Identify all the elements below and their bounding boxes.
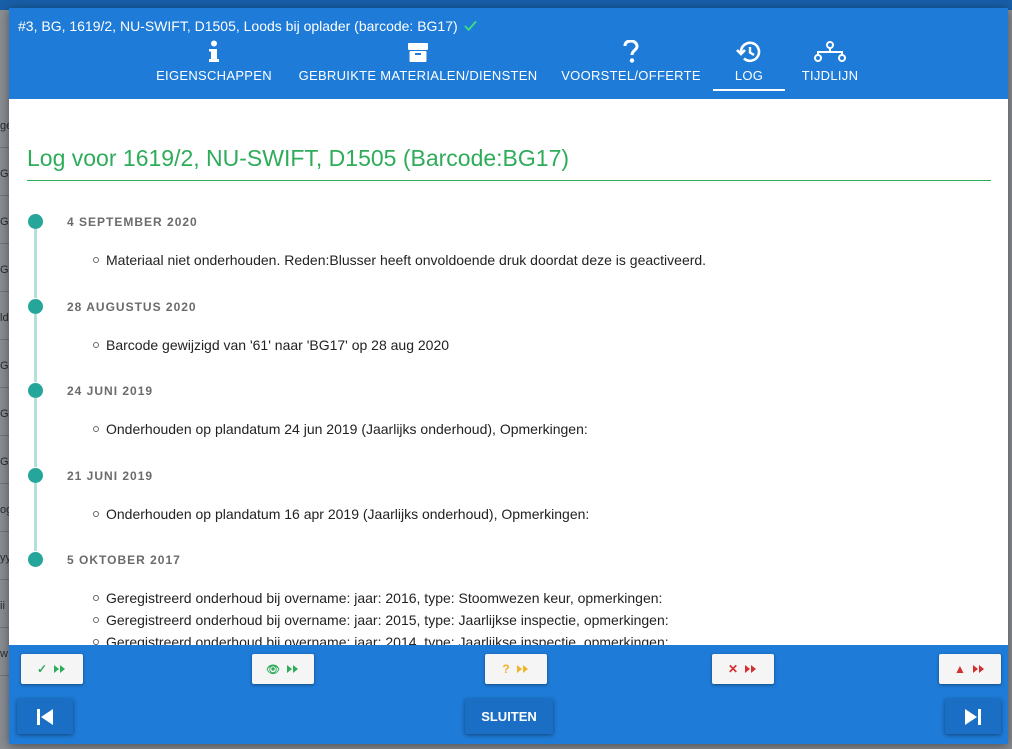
fast-forward-icon <box>286 665 298 673</box>
tab-label: EIGENSCHAPPEN <box>156 68 272 83</box>
history-icon <box>729 38 769 66</box>
log-entry-item: Barcode gewijzigd van '61' naar 'BG17' o… <box>93 337 449 353</box>
modal-footer: ✓ 👁? ✕ ▲ SLUITEN <box>9 645 1008 744</box>
fast-forward-icon <box>54 665 66 673</box>
log-entry-item: Geregistreerd onderhoud bij overname: ja… <box>93 612 669 628</box>
modal-title-text: #3, BG, 1619/2, NU-SWIFT, D1505, Loods b… <box>18 18 458 34</box>
log-content[interactable]: Log voor 1619/2, NU-SWIFT, D1505 (Barcod… <box>9 99 1008 645</box>
timeline-connector <box>34 398 37 467</box>
timeline-dot <box>28 468 43 483</box>
log-modal: #3, BG, 1619/2, NU-SWIFT, D1505, Loods b… <box>9 8 1008 744</box>
log-entry-date: 4 SEPTEMBER 2020 <box>67 215 198 229</box>
log-entry-date: 28 AUGUSTUS 2020 <box>67 300 197 314</box>
log-entry-date: 24 JUNI 2019 <box>67 384 154 398</box>
check-icon <box>463 20 477 32</box>
next-button[interactable] <box>945 699 1001 734</box>
view-forward-button[interactable]: 👁 <box>252 654 314 684</box>
bullet-icon <box>93 617 99 623</box>
tab-label: VOORSTEL/OFFERTE <box>561 68 701 83</box>
tab-eigenschappen[interactable]: EIGENSCHAPPEN <box>156 38 272 90</box>
eye-icon: 👁 <box>266 663 280 676</box>
previous-button[interactable] <box>17 699 73 734</box>
log-entry-date: 5 OKTOBER 2017 <box>67 553 181 567</box>
log-entry-text: Onderhouden op plandatum 24 jun 2019 (Ja… <box>106 421 588 437</box>
log-entry-item: Onderhouden op plandatum 24 jun 2019 (Ja… <box>93 421 588 437</box>
log-entry-text: Geregistreerd onderhoud bij overname: ja… <box>106 634 669 645</box>
log-entry-text: Materiaal niet onderhouden. Reden:Blusse… <box>106 252 707 268</box>
tab-bar: EIGENSCHAPPEN GEBRUIKTE MATERIALEN/DIENS… <box>9 38 1008 99</box>
log-entry-text: Onderhouden op plandatum 16 apr 2019 (Ja… <box>106 506 590 522</box>
log-entry-item: Geregistreerd onderhoud bij overname: ja… <box>93 634 669 645</box>
bullet-icon <box>93 257 99 263</box>
timeline-icon <box>810 38 850 66</box>
tab-label: TIJDLIJN <box>801 68 859 83</box>
fast-forward-icon <box>972 665 984 673</box>
info-icon <box>194 38 234 66</box>
log-entry-text: Barcode gewijzigd van '61' naar 'BG17' o… <box>106 337 450 353</box>
approve-forward-button[interactable]: ✓ <box>21 654 83 684</box>
timeline-dot <box>28 552 43 567</box>
modal-title: #3, BG, 1619/2, NU-SWIFT, D1505, Loods b… <box>18 18 477 34</box>
fast-forward-icon <box>745 665 757 673</box>
timeline-dot <box>28 214 43 229</box>
check-icon: ✓ <box>36 662 48 676</box>
box-icon <box>398 38 438 66</box>
modal-header: #3, BG, 1619/2, NU-SWIFT, D1505, Loods b… <box>9 8 1008 99</box>
tab-tijdlijn[interactable]: TIJDLIJN <box>799 38 861 90</box>
log-entry-item: Onderhouden op plandatum 16 apr 2019 (Ja… <box>93 506 589 522</box>
bullet-icon <box>93 595 99 601</box>
bullet-icon <box>93 511 99 517</box>
log-entry-date: 21 JUNI 2019 <box>67 469 154 483</box>
warning-forward-button[interactable]: ▲ <box>939 654 1001 684</box>
timeline-connector <box>34 483 37 551</box>
bullet-icon <box>93 426 99 432</box>
tab-voorstel-offerte[interactable]: VOORSTEL/OFFERTE <box>561 38 701 90</box>
tab-log[interactable]: LOG <box>713 38 785 91</box>
skip-previous-icon <box>37 708 53 725</box>
question-forward-button[interactable]: ? <box>485 654 547 684</box>
log-entry-item: Geregistreerd onderhoud bij overname: ja… <box>93 590 662 606</box>
title-divider <box>27 180 991 181</box>
reject-forward-button[interactable]: ✕ <box>712 654 774 684</box>
question-icon: ? <box>502 662 510 676</box>
timeline-dot <box>28 383 43 398</box>
timeline-dot <box>28 299 43 314</box>
log-entry-item: Materiaal niet onderhouden. Reden:Blusse… <box>93 252 706 268</box>
log-entry-text: Geregistreerd onderhoud bij overname: ja… <box>106 590 663 606</box>
question-icon <box>611 38 651 66</box>
warning-icon: ▲ <box>954 662 966 676</box>
skip-next-icon <box>965 708 981 725</box>
tab-label: GEBRUIKTE MATERIALEN/DIENSTEN <box>298 68 538 83</box>
close-button[interactable]: SLUITEN <box>465 699 553 734</box>
tab-label: LOG <box>734 68 764 83</box>
log-entry-text: Geregistreerd onderhoud bij overname: ja… <box>106 612 669 628</box>
close-icon: ✕ <box>727 662 739 676</box>
page-title: Log voor 1619/2, NU-SWIFT, D1505 (Barcod… <box>27 145 570 171</box>
bullet-icon <box>93 342 99 348</box>
timeline-connector <box>34 314 37 382</box>
tab-gebruikte-materialen[interactable]: GEBRUIKTE MATERIALEN/DIENSTEN <box>299 38 537 90</box>
fast-forward-icon <box>516 665 528 673</box>
timeline-connector <box>34 229 37 298</box>
